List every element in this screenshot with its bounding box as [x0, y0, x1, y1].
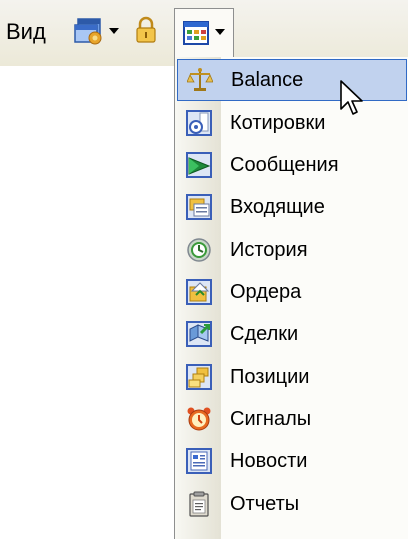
deals-icon [186, 321, 212, 347]
menu-item-history[interactable]: История [175, 229, 408, 271]
menu-item-label: Сделки [230, 323, 299, 345]
lock-icon[interactable] [135, 16, 157, 44]
grid-dropdown-arrow[interactable] [215, 29, 225, 35]
menu-item-deals[interactable]: Сделки [175, 313, 408, 355]
scales-icon [187, 68, 213, 91]
menu-item-messages[interactable]: Сообщения [175, 144, 408, 186]
menu-item-label: Новости [230, 450, 308, 472]
orders-icon [186, 279, 212, 305]
menu-item-orders[interactable]: Ордера [175, 271, 408, 313]
grid-icon [183, 21, 209, 45]
inbox-icon [186, 194, 212, 220]
menu-item-label: Сообщения [230, 154, 339, 176]
quotes-icon [186, 110, 212, 136]
menu-item-label: Котировки [230, 112, 326, 134]
history-icon [187, 238, 211, 262]
messages-icon [186, 152, 212, 178]
mouse-cursor-icon [340, 80, 363, 115]
news-icon [186, 448, 212, 474]
menu-item-inbox[interactable]: Входящие [175, 186, 408, 228]
menu-item-label: Отчеты [230, 493, 300, 515]
menu-item-label: Balance [231, 69, 304, 91]
grid-menu-button[interactable] [174, 8, 234, 58]
menu-item-label: Сигналы [230, 408, 312, 430]
menu-item-balance[interactable]: Balance [177, 59, 407, 101]
alarm-clock-icon [187, 407, 211, 431]
menu-item-label: Ордера [230, 281, 302, 303]
menu-item-label: История [230, 239, 308, 261]
windows-dropdown-arrow[interactable] [109, 28, 119, 34]
dropdown-menu: Balance Котировки Сообщения Входящие Ист… [174, 57, 408, 539]
menu-item-signals[interactable]: Сигналы [175, 398, 408, 440]
menu-item-label: Входящие [230, 196, 325, 218]
menu-item-news[interactable]: Новости [175, 440, 408, 482]
menu-item-reports[interactable]: Отчеты [175, 483, 408, 525]
windows-icon[interactable] [74, 17, 104, 45]
menu-item-label: Позиции [230, 366, 310, 388]
menu-item-positions[interactable]: Позиции [175, 356, 408, 398]
menu-item-quotes[interactable]: Котировки [175, 102, 408, 144]
positions-icon [186, 364, 212, 390]
view-menu-label[interactable]: Вид [6, 18, 46, 46]
reports-icon [189, 491, 209, 517]
